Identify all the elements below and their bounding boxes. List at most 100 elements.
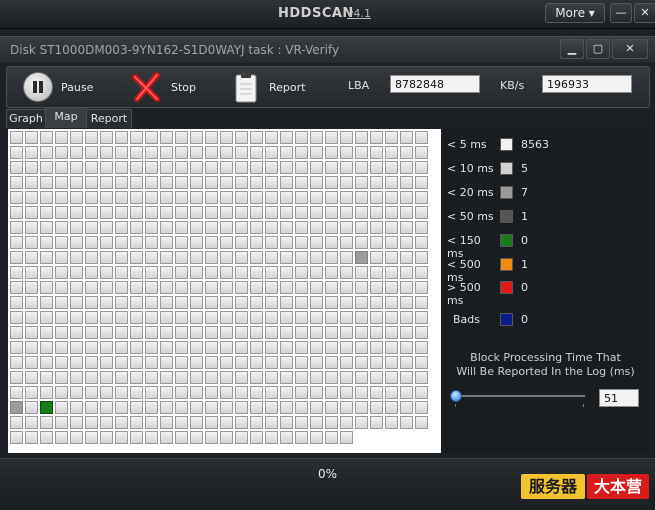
app-minimize-button[interactable]: — [610, 3, 632, 23]
map-cell [40, 416, 53, 429]
map-cell [235, 296, 248, 309]
map-cell [265, 176, 278, 189]
window-minimize-button[interactable]: ▁ [560, 39, 584, 59]
map-cell [385, 176, 398, 189]
block-time-slider-track[interactable] [455, 395, 585, 397]
map-cell [340, 131, 353, 144]
more-button[interactable]: More ▾ [545, 3, 605, 23]
map-cell [355, 296, 368, 309]
map-cell [55, 131, 68, 144]
map-cell [385, 191, 398, 204]
map-cell [280, 401, 293, 414]
map-cell [310, 386, 323, 399]
map-cell [10, 236, 23, 249]
map-cell [10, 416, 23, 429]
map-cell [310, 221, 323, 234]
map-cell [295, 161, 308, 174]
map-cell [280, 341, 293, 354]
map-cell [115, 296, 128, 309]
map-cell [175, 281, 188, 294]
map-cell [10, 296, 23, 309]
map-cell [415, 401, 428, 414]
map-cell [145, 161, 158, 174]
map-cell [385, 266, 398, 279]
map-cell [280, 326, 293, 339]
map-cell [415, 146, 428, 159]
block-time-slider-handle[interactable] [450, 390, 462, 402]
map-cell [385, 146, 398, 159]
map-cell [115, 401, 128, 414]
map-cell [85, 371, 98, 384]
map-cell [190, 221, 203, 234]
map-cell [220, 341, 233, 354]
map-cell [340, 341, 353, 354]
legend-count: 0 [521, 234, 528, 247]
map-cell [55, 401, 68, 414]
map-cell [235, 386, 248, 399]
version-link[interactable]: v4.1 [347, 7, 371, 20]
map-cell [370, 236, 383, 249]
map-cell [85, 161, 98, 174]
map-cell [385, 401, 398, 414]
map-cell [295, 401, 308, 414]
map-cell [85, 146, 98, 159]
window-maximize-button[interactable]: ▢ [586, 39, 610, 59]
stop-button[interactable]: Stop [131, 67, 196, 107]
map-cell [220, 221, 233, 234]
map-cell [415, 371, 428, 384]
map-cell [265, 191, 278, 204]
map-cell [85, 401, 98, 414]
kbs-field[interactable]: 196933 [542, 75, 632, 93]
map-cell [295, 191, 308, 204]
tab-report[interactable]: Report [86, 109, 132, 128]
map-cell [175, 311, 188, 324]
toolbar: Pause Stop Report LBA 8782848 KB/s 19693… [6, 66, 650, 108]
map-cell [370, 326, 383, 339]
map-cell [265, 311, 278, 324]
map-cell [40, 371, 53, 384]
window-close-button[interactable]: ✕ [612, 39, 648, 59]
map-cell [100, 236, 113, 249]
map-cell [40, 341, 53, 354]
map-cell [415, 281, 428, 294]
map-cell [190, 191, 203, 204]
map-cell [40, 161, 53, 174]
lba-field[interactable]: 8782848 [390, 75, 480, 93]
map-cell [220, 401, 233, 414]
legend-swatch [500, 234, 513, 247]
map-cell [415, 161, 428, 174]
map-cell [220, 356, 233, 369]
map-cell [325, 146, 338, 159]
tab-map[interactable]: Map [45, 107, 87, 128]
block-time-field[interactable]: 51 [599, 389, 639, 407]
map-cell [250, 431, 263, 444]
pause-button[interactable]: Pause [23, 67, 93, 107]
app-close-button[interactable]: ✕ [634, 3, 655, 23]
map-cell [370, 311, 383, 324]
map-cell [55, 326, 68, 339]
map-cell [280, 236, 293, 249]
map-cell [10, 146, 23, 159]
map-cell [55, 161, 68, 174]
map-cell [175, 176, 188, 189]
map-cell [145, 326, 158, 339]
map-cell [385, 281, 398, 294]
map-cell [70, 311, 83, 324]
map-cell [415, 266, 428, 279]
tab-graph[interactable]: Graph [6, 109, 46, 128]
map-cell [115, 311, 128, 324]
map-cell [340, 161, 353, 174]
report-button[interactable]: Report [235, 67, 305, 107]
map-cell [325, 386, 338, 399]
map-cell [70, 341, 83, 354]
map-cell [280, 131, 293, 144]
map-cell [235, 326, 248, 339]
map-cell [130, 131, 143, 144]
map-cell [310, 341, 323, 354]
map-cell [325, 176, 338, 189]
map-cell [385, 251, 398, 264]
map-cell [295, 326, 308, 339]
map-cell [400, 326, 413, 339]
map-cell [370, 131, 383, 144]
map-cell [340, 311, 353, 324]
